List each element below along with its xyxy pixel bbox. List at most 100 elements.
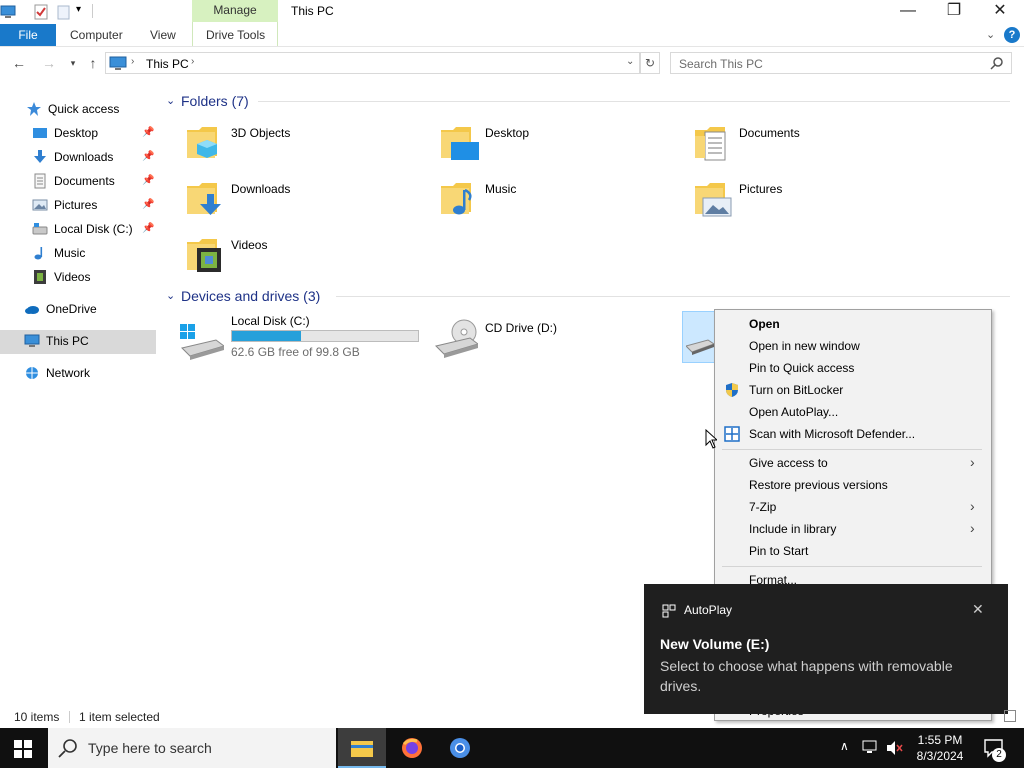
breadcrumb-this-pc[interactable]: This PC <box>146 57 189 71</box>
download-icon <box>32 149 48 165</box>
show-hidden-icons-icon[interactable]: ∧ <box>840 739 849 753</box>
windows-start-icon[interactable] <box>14 740 32 761</box>
folder-label[interactable]: 3D Objects <box>231 126 290 140</box>
details-view-icon[interactable] <box>1004 710 1016 722</box>
taskbar-clock[interactable]: 1:55 PM 8/3/2024 <box>900 732 980 764</box>
videos-icon <box>32 269 48 285</box>
back-arrow-icon[interactable]: ← <box>10 54 28 72</box>
minimize-button[interactable]: — <box>885 0 931 24</box>
menu-item-bitlocker[interactable]: Turn on BitLocker <box>749 379 843 401</box>
menu-item-restore-versions[interactable]: Restore previous versions <box>749 474 888 496</box>
folders-group-heading[interactable]: Folders (7) <box>181 91 249 111</box>
menu-item-include-library[interactable]: Include in library <box>749 518 836 540</box>
nav-label: Network <box>46 366 91 380</box>
autoplay-app-icon <box>662 604 676 621</box>
music-icon <box>32 245 48 261</box>
pin-icon[interactable]: 📌 <box>142 175 154 186</box>
cloud-icon <box>24 301 40 317</box>
refresh-icon[interactable]: ↻ <box>640 52 660 74</box>
folder-label[interactable]: Desktop <box>485 126 529 140</box>
nav-onedrive[interactable]: OneDrive <box>24 298 97 320</box>
videos-folder-icon[interactable] <box>185 234 225 274</box>
menu-item-open-autoplay[interactable]: Open AutoPlay... <box>749 401 838 423</box>
breadcrumb-chevron-icon[interactable]: › <box>131 56 134 67</box>
nav-this-pc[interactable]: This PC <box>24 330 89 352</box>
this-pc-icon <box>24 333 40 349</box>
search-icon[interactable] <box>990 56 1004 73</box>
submenu-arrow-icon: › <box>970 454 975 470</box>
address-dropdown-icon[interactable]: ⌄ <box>626 56 634 67</box>
menu-item-open[interactable]: Open <box>749 313 780 335</box>
downloads-folder-icon[interactable] <box>185 178 225 218</box>
documents-folder-icon[interactable] <box>693 122 733 162</box>
folder-label[interactable]: Pictures <box>739 182 782 196</box>
menu-item-scan-defender[interactable]: Scan with Microsoft Defender... <box>749 423 915 445</box>
pin-icon[interactable]: 📌 <box>142 151 154 162</box>
menu-separator <box>722 449 982 450</box>
nav-label: Documents <box>54 174 115 188</box>
desktop-folder-icon[interactable] <box>439 122 479 162</box>
menu-item-pin-start[interactable]: Pin to Start <box>749 540 808 562</box>
network-icon <box>24 365 40 381</box>
pin-icon[interactable]: 📌 <box>142 223 154 234</box>
tab-computer[interactable]: Computer <box>70 24 123 46</box>
taskbar-search-placeholder: Type here to search <box>88 740 212 756</box>
nav-label: Desktop <box>54 126 99 140</box>
tab-drive-tools[interactable]: Drive Tools <box>206 24 265 46</box>
menu-item-pin-quick-access[interactable]: Pin to Quick access <box>749 357 854 379</box>
this-pc-icon[interactable] <box>0 4 16 20</box>
nav-downloads[interactable]: Downloads <box>32 146 113 168</box>
nav-desktop[interactable]: Desktop <box>32 122 98 144</box>
local-disk-free-space: 62.6 GB free of 99.8 GB <box>231 345 360 359</box>
pin-icon[interactable]: 📌 <box>142 127 154 138</box>
submenu-arrow-icon: › <box>970 520 975 536</box>
maximize-button[interactable]: ❐ <box>931 0 977 24</box>
usage-fill <box>232 331 302 341</box>
devices-group-heading[interactable]: Devices and drives (3) <box>181 286 320 306</box>
collapse-chevron-icon[interactable]: ⌄ <box>166 94 175 107</box>
folder-label[interactable]: Downloads <box>231 182 290 196</box>
pin-icon[interactable]: 📌 <box>142 199 154 210</box>
menu-item-7zip[interactable]: 7-Zip <box>749 496 776 518</box>
windows-drive-icon[interactable] <box>180 320 226 363</box>
tab-view[interactable]: View <box>150 24 176 46</box>
folder-label[interactable]: Videos <box>231 238 267 252</box>
customize-qat-icon[interactable]: ▾ <box>76 4 81 15</box>
manage-context-tab[interactable]: Manage <box>192 0 278 22</box>
3d-objects-folder-icon[interactable] <box>185 122 225 162</box>
breadcrumb-chevron-icon[interactable]: › <box>191 56 194 67</box>
nav-documents[interactable]: Documents <box>32 170 115 192</box>
menu-item-open-new-window[interactable]: Open in new window <box>749 335 860 357</box>
music-folder-icon[interactable] <box>439 178 479 218</box>
new-folder-icon[interactable] <box>56 4 72 20</box>
pictures-folder-icon[interactable] <box>693 178 733 218</box>
nav-label: Local Disk (C:) <box>54 222 133 236</box>
toast-close-icon[interactable]: ✕ <box>972 601 984 618</box>
nav-network[interactable]: Network <box>24 362 90 384</box>
nav-local-disk[interactable]: Local Disk (C:) <box>32 218 133 240</box>
menu-item-give-access[interactable]: Give access to <box>749 452 828 474</box>
cd-drive-label[interactable]: CD Drive (D:) <box>485 321 557 335</box>
properties-icon[interactable] <box>33 4 49 20</box>
expand-ribbon-icon[interactable]: ⌄ <box>986 28 995 41</box>
local-disk-label[interactable]: Local Disk (C:) <box>231 314 310 328</box>
network-status-icon[interactable] <box>862 740 880 759</box>
toast-app-name: AutoPlay <box>684 603 733 617</box>
defender-icon <box>724 426 740 445</box>
cd-drive-icon[interactable] <box>434 318 480 361</box>
nav-quick-access[interactable]: Quick access <box>26 98 119 120</box>
file-tab[interactable]: File <box>0 24 56 46</box>
file-explorer-icon <box>351 738 373 761</box>
help-icon[interactable]: ? <box>1004 27 1020 43</box>
forward-arrow-icon[interactable]: → <box>40 54 58 72</box>
folder-label[interactable]: Documents <box>739 126 800 140</box>
nav-music[interactable]: Music <box>32 242 85 264</box>
group-divider <box>336 296 1010 297</box>
nav-videos[interactable]: Videos <box>32 266 90 288</box>
collapse-chevron-icon[interactable]: ⌄ <box>166 289 175 302</box>
folder-label[interactable]: Music <box>485 182 516 196</box>
recent-locations-icon[interactable]: ▾ <box>64 54 82 72</box>
nav-pictures[interactable]: Pictures <box>32 194 97 216</box>
close-button[interactable]: ✕ <box>977 0 1023 24</box>
up-arrow-icon[interactable]: ↑ <box>84 54 102 72</box>
